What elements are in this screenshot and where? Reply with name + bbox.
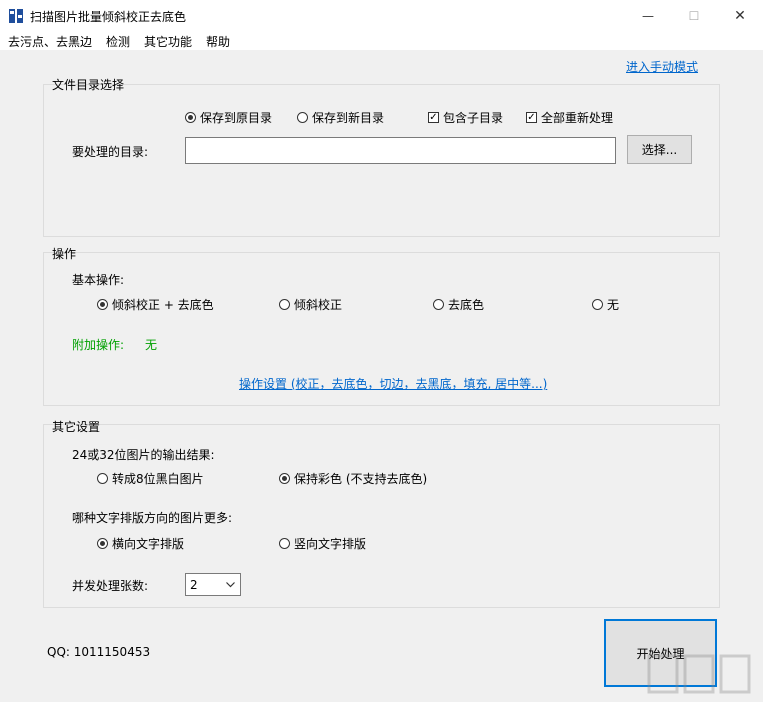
reprocess-all-label: 全部重新处理: [541, 111, 614, 125]
window-title: 扫描图片批量倾斜校正去底色: [30, 10, 187, 24]
radio-checked-icon: [279, 473, 290, 484]
concurrency-select[interactable]: 2: [185, 573, 241, 596]
op-deskew-label: 倾斜校正: [294, 298, 343, 312]
app-icon: [9, 9, 23, 23]
op-debg-radio[interactable]: 去底色: [433, 296, 484, 313]
manual-mode-link[interactable]: 进入手动模式: [626, 58, 698, 75]
close-icon: ✕: [734, 8, 746, 24]
basic-operation-label: 基本操作:: [72, 273, 125, 287]
direction-horizontal-label: 横向文字排版: [112, 537, 185, 551]
extra-operation-label: 附加操作:: [72, 338, 125, 352]
save-original-radio[interactable]: 保存到原目录: [185, 109, 272, 126]
radio-unchecked-icon: [433, 299, 444, 310]
operation-group-title: 操作: [52, 247, 77, 261]
op-deskew-debg-label: 倾斜校正 + 去底色: [112, 298, 214, 312]
radio-checked-icon: [97, 538, 108, 549]
minimize-button[interactable]: —: [625, 0, 671, 32]
op-none-radio[interactable]: 无: [592, 296, 619, 313]
directory-label: 要处理的目录:: [72, 145, 149, 159]
radio-unchecked-icon: [97, 473, 108, 484]
output-color-radio[interactable]: 保持彩色 (不支持去底色): [279, 470, 427, 487]
output-color-label: 保持彩色 (不支持去底色): [294, 472, 428, 486]
direction-vertical-radio[interactable]: 竖向文字排版: [279, 535, 366, 552]
radio-unchecked-icon: [297, 112, 308, 123]
directory-group-title: 文件目录选择: [52, 78, 125, 92]
checkmark-icon: ✓: [428, 111, 439, 123]
radio-unchecked-icon: [279, 299, 290, 310]
output-label: 24或32位图片的输出结果:: [72, 448, 215, 462]
operation-settings-link[interactable]: 操作设置 (校正，去底色，切边，去黑底，填充, 居中等...): [239, 375, 547, 392]
qq-contact-text: QQ: 1011150453: [47, 645, 151, 659]
close-button[interactable]: ✕: [717, 0, 763, 32]
save-new-radio[interactable]: 保存到新目录: [297, 109, 384, 126]
direction-label: 哪种文字排版方向的图片更多:: [72, 511, 233, 525]
reprocess-all-checkbox[interactable]: ✓ 全部重新处理: [526, 109, 613, 126]
radio-unchecked-icon: [592, 299, 603, 310]
radio-checked-icon: [97, 299, 108, 310]
extra-operation-value: 无: [145, 338, 158, 352]
minimize-icon: —: [642, 9, 654, 23]
include-subdir-label: 包含子目录: [443, 111, 504, 125]
save-original-label: 保存到原目录: [200, 111, 273, 125]
menu-bar: 去污点、去黑边 检测 其它功能 帮助: [0, 32, 763, 50]
direction-vertical-label: 竖向文字排版: [294, 537, 367, 551]
choose-directory-button[interactable]: 选择...: [627, 135, 692, 164]
chevron-down-icon: [226, 582, 235, 588]
maximize-icon: ☐: [688, 9, 700, 23]
other-settings-title: 其它设置: [52, 420, 101, 434]
concurrency-label: 并发处理张数:: [72, 579, 149, 593]
menu-help[interactable]: 帮助: [206, 33, 230, 50]
maximize-button[interactable]: ☐: [671, 0, 717, 32]
watermark-logo: [647, 654, 751, 694]
menu-detect[interactable]: 检测: [106, 33, 130, 50]
concurrency-value: 2: [190, 578, 198, 592]
checkmark-icon: ✓: [526, 111, 537, 123]
directory-input[interactable]: [185, 137, 616, 164]
menu-other-functions[interactable]: 其它功能: [144, 33, 192, 50]
op-deskew-debg-radio[interactable]: 倾斜校正 + 去底色: [97, 296, 214, 313]
output-8bit-label: 转成8位黑白图片: [112, 472, 204, 486]
direction-horizontal-radio[interactable]: 横向文字排版: [97, 535, 184, 552]
op-deskew-radio[interactable]: 倾斜校正: [279, 296, 342, 313]
op-debg-label: 去底色: [448, 298, 485, 312]
radio-checked-icon: [185, 112, 196, 123]
save-new-label: 保存到新目录: [312, 111, 385, 125]
radio-unchecked-icon: [279, 538, 290, 549]
menu-cleanup[interactable]: 去污点、去黑边: [8, 33, 92, 50]
title-bar: 扫描图片批量倾斜校正去底色 — ☐ ✕: [0, 0, 763, 32]
include-subdir-checkbox[interactable]: ✓ 包含子目录: [428, 109, 503, 126]
output-8bit-radio[interactable]: 转成8位黑白图片: [97, 470, 204, 487]
op-none-label: 无: [607, 298, 620, 312]
